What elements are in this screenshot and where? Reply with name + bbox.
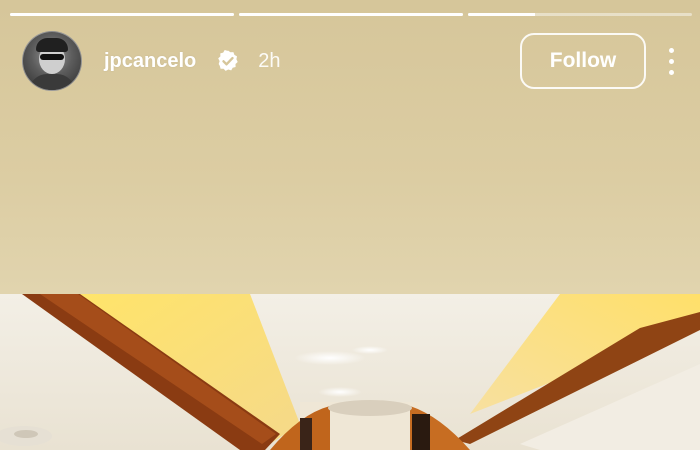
story-progress: [10, 13, 692, 16]
story-photo: [0, 294, 700, 450]
post-time: 2h: [258, 49, 281, 72]
verified-badge-icon: [218, 50, 238, 71]
progress-segment-1: [10, 13, 234, 16]
username[interactable]: jpcancelo: [104, 50, 196, 73]
avatar[interactable]: [22, 31, 82, 91]
follow-button[interactable]: Follow: [520, 33, 646, 89]
jet-cabin-image: [0, 294, 700, 450]
progress-segment-3: [468, 13, 692, 16]
story-viewer[interactable]: jpcancelo 2h Follow: [0, 0, 700, 450]
more-vertical-icon[interactable]: [664, 41, 678, 81]
progress-segment-2: [239, 13, 463, 16]
story-header: jpcancelo 2h Follow: [22, 31, 678, 91]
